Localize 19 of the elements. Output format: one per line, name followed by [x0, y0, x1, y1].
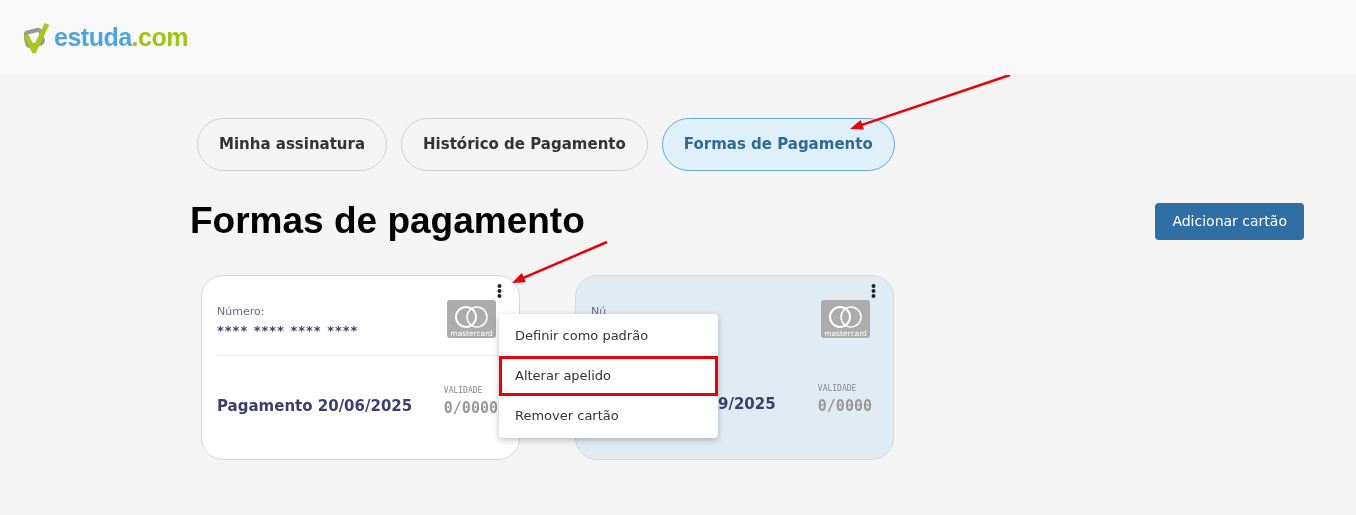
more-options-icon[interactable] [871, 284, 876, 299]
tab[interactable]: Histórico de Pagamento [401, 118, 648, 171]
add-card-button[interactable]: Adicionar cartão [1155, 202, 1304, 240]
menu-item[interactable]: Definir como padrão [499, 316, 718, 356]
menu-item[interactable]: Remover cartão [499, 396, 718, 436]
more-options-icon[interactable] [497, 284, 502, 299]
tab[interactable]: Formas de Pagamento [661, 118, 895, 171]
validity-date: 0/0000 [443, 398, 498, 420]
validity-label: VALIDADE [817, 383, 858, 396]
logo-text: .com [131, 21, 188, 53]
tab[interactable]: Minha assinatura [197, 118, 388, 171]
logo-text: estuda [54, 21, 132, 53]
validity-date: 0/0000 [817, 396, 872, 418]
page-title: Formas de pagamento [190, 199, 585, 243]
number-label: Número: [217, 304, 266, 321]
validity-label: VALIDADE [443, 385, 484, 398]
payment-date: Pagamento 20/06/2025 [217, 396, 413, 418]
card-number: **** **** **** **** [217, 321, 359, 340]
menu-item[interactable]: Alterar apelido [499, 356, 718, 396]
